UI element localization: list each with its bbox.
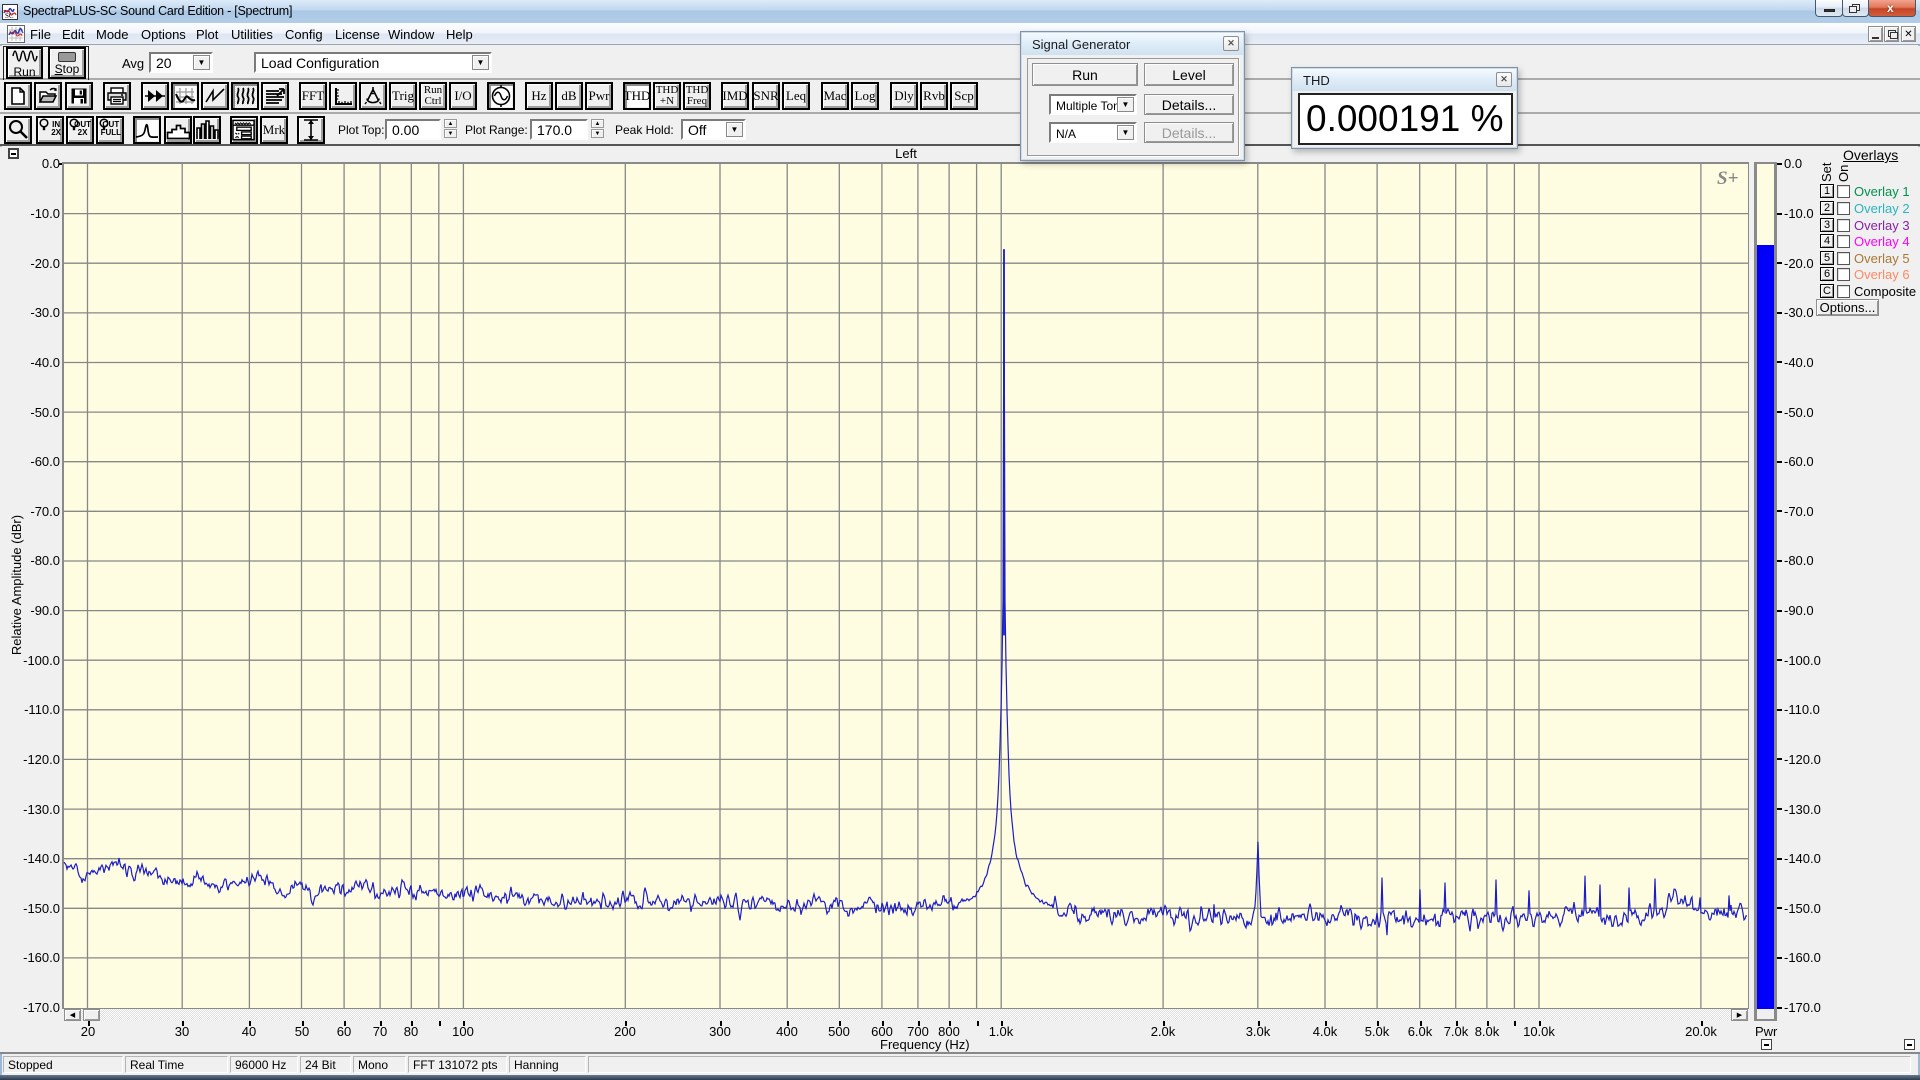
svg-text:SC: SC: [5, 12, 14, 19]
svg-text:S+: S+: [1717, 168, 1738, 189]
